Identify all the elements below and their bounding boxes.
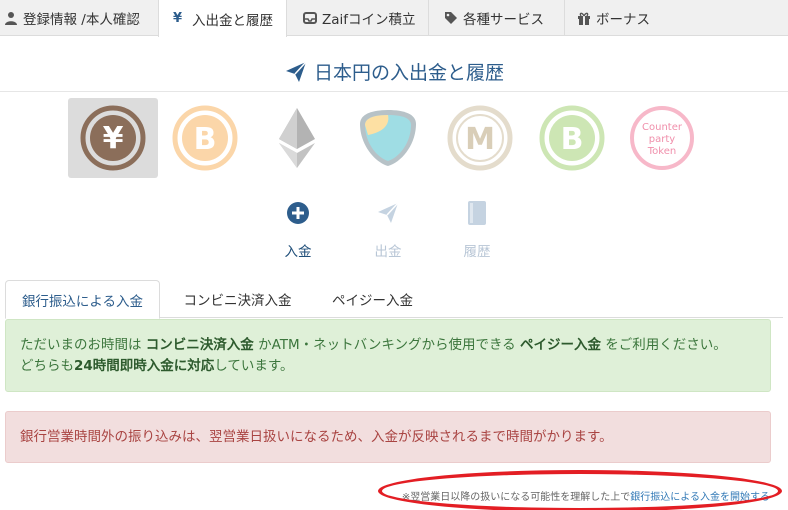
nav-tab-services[interactable]: 各種サービス: [440, 0, 562, 36]
tab-convenience-store[interactable]: コンビニ決済入金: [165, 280, 310, 318]
warning-text: 銀行営業時間外の振り込みは、翌営業日扱いになるため、入金が反映されるまで時間がか…: [20, 429, 613, 445]
warning-alert: 銀行営業時間外の振り込みは、翌営業日扱いになるため、入金が反映されるまで時間がか…: [5, 411, 771, 463]
svg-text:M: M: [465, 122, 495, 157]
tab-label: 銀行振込による入金: [21, 293, 144, 310]
tags-icon: [445, 12, 457, 24]
action-label: 入金: [284, 244, 312, 260]
page-title: 日本円の入出金と履歴: [313, 62, 504, 84]
svg-text:Counter: Counter: [642, 122, 683, 133]
coin-mona[interactable]: M: [435, 98, 525, 178]
page-heading: 日本円の入出金と履歴: [0, 52, 788, 92]
inbox-icon: [303, 12, 317, 24]
coin-jpy[interactable]: ¥: [68, 98, 158, 178]
bitcoin-cash-icon: B: [539, 105, 605, 171]
alert-line-2: どちらも24時間即時入金に対応しています。: [20, 358, 294, 374]
svg-text:B: B: [194, 122, 217, 157]
plus-circle-icon: [287, 202, 309, 224]
tab-bank-transfer[interactable]: 銀行振込による入金: [5, 280, 160, 319]
paper-plane-icon: [378, 202, 399, 223]
success-alert: ただいまのお時間は コンビニ決済入金 かATM・ネットバンキングから使用できる …: [5, 319, 771, 392]
highlight-annotation: [378, 470, 782, 510]
action-label: 履歴: [463, 244, 491, 260]
book-icon: [468, 201, 486, 225]
coin-btc[interactable]: B: [160, 98, 250, 178]
user-icon: [5, 12, 17, 25]
action-deposit[interactable]: 入金: [268, 198, 328, 260]
gift-icon: [578, 12, 590, 25]
nem-icon: [360, 110, 416, 166]
tab-payeasy[interactable]: ペイジー入金: [315, 280, 430, 318]
counterparty-icon: Counter party Token: [630, 106, 694, 170]
nav-divider: [564, 0, 565, 36]
nav-tab-account[interactable]: 登録情報 /本人確認: [0, 0, 158, 36]
ethereum-icon: [279, 108, 315, 168]
yen-coin-icon: ¥: [80, 105, 146, 171]
alert-line-1: ただいまのお時間は コンビニ決済入金 かATM・ネットバンキングから使用できる …: [20, 337, 727, 353]
coin-eth[interactable]: [252, 98, 342, 178]
tab-label: ペイジー入金: [332, 293, 413, 309]
tab-label: コンビニ決済入金: [183, 293, 292, 309]
nav-tab-label: Zaifコイン積立: [322, 12, 416, 28]
paper-plane-icon: [285, 60, 307, 82]
svg-text:party: party: [649, 134, 676, 145]
nav-tab-zaif-coin[interactable]: Zaifコイン積立: [299, 0, 425, 36]
nav-tab-label: 登録情報 /本人確認: [23, 12, 140, 28]
coin-bch[interactable]: B: [527, 98, 617, 178]
monacoin-icon: M: [447, 105, 513, 171]
deposit-method-tabs: 銀行振込による入金 コンビニ決済入金 ペイジー入金: [5, 280, 783, 319]
top-nav: 登録情報 /本人確認 ¥ 入出金と履歴 Zaifコイン積立 各種サービス ボーナ…: [0, 0, 788, 37]
yen-icon: ¥: [173, 10, 183, 26]
nav-tab-bonus[interactable]: ボーナス: [573, 0, 673, 36]
svg-text:Token: Token: [647, 146, 676, 157]
action-withdraw[interactable]: 出金: [358, 198, 418, 260]
action-label: 出金: [374, 244, 402, 260]
svg-text:¥: ¥: [103, 121, 124, 156]
nav-tab-label: ボーナス: [596, 12, 650, 28]
nav-tab-label: 各種サービス: [463, 12, 544, 28]
nav-tab-deposit[interactable]: ¥ 入出金と履歴: [158, 0, 287, 37]
coin-xem[interactable]: [343, 98, 433, 178]
action-history[interactable]: 履歴: [447, 198, 507, 260]
svg-text:B: B: [561, 122, 584, 157]
nav-divider: [428, 0, 429, 36]
bitcoin-icon: B: [172, 105, 238, 171]
coin-xcp[interactable]: Counter party Token: [617, 98, 707, 178]
nav-tab-label: 入出金と履歴: [192, 12, 273, 29]
